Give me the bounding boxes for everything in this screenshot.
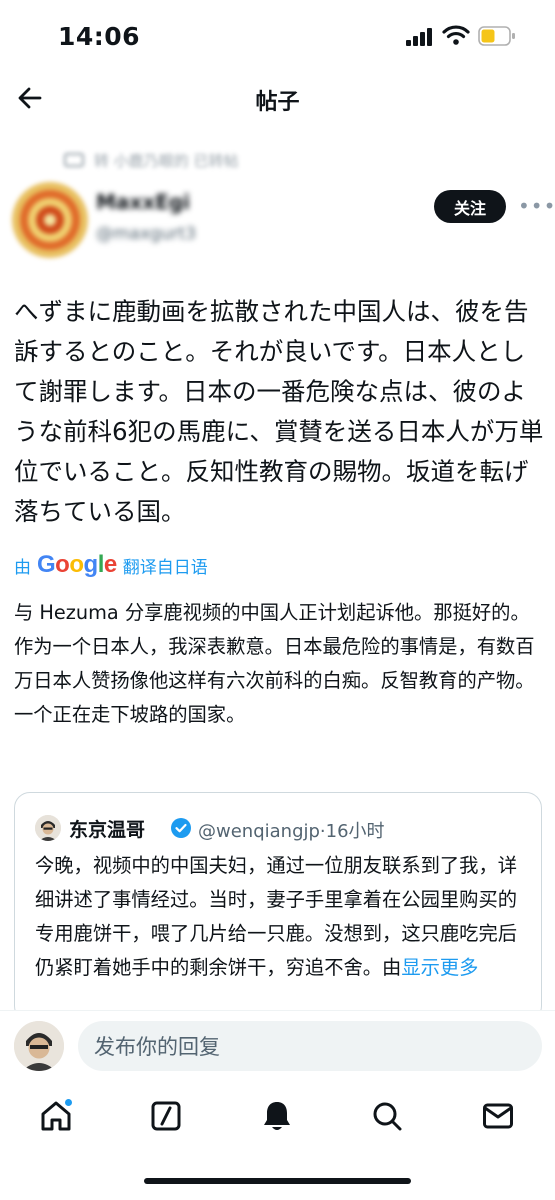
quoted-post-card[interactable]: 东京温哥 @wenqiangjp·16小时 今晚，视频中的中国夫妇，通过一位朋友…	[14, 792, 542, 1022]
cellular-signal-icon	[406, 28, 434, 46]
grok-icon	[151, 1101, 181, 1131]
mail-icon	[483, 1103, 513, 1129]
translation-attribution[interactable]: 由 Google 翻译自日语	[14, 551, 208, 579]
bell-icon	[264, 1102, 290, 1130]
quote-author-handle: @wenqiangjp	[198, 821, 320, 842]
show-more-link[interactable]: 显示更多	[401, 956, 478, 979]
home-indicator	[144, 1178, 411, 1184]
wifi-icon	[442, 25, 470, 45]
quote-text: 今晚，视频中的中国夫妇，通过一位朋友联系到了我，详细讲述了事情经过。当时，妻子手…	[35, 849, 525, 985]
tab-grok[interactable]	[146, 1096, 186, 1136]
quote-author-name: 东京温哥	[69, 819, 146, 841]
google-logo: Google	[37, 551, 117, 578]
verified-badge-icon	[171, 818, 191, 838]
translate-prefix: 由	[14, 557, 31, 578]
more-options-icon[interactable]: •••	[518, 196, 555, 216]
tab-search[interactable]	[367, 1096, 407, 1136]
quote-author-avatar	[35, 815, 61, 841]
author-avatar[interactable]	[12, 182, 88, 258]
tab-messages[interactable]	[478, 1096, 518, 1136]
reply-bar: 发布你的回复	[0, 1010, 555, 1082]
tab-home[interactable]	[36, 1096, 76, 1136]
status-bar: 14:06	[0, 0, 555, 76]
repost-icon	[64, 153, 84, 167]
translated-text: 与 Hezuma 分享鹿视频的中国人正计划起诉他。那挺好的。作为一个日本人，我深…	[14, 601, 535, 726]
search-icon	[373, 1102, 402, 1131]
page-title: 帖子	[255, 90, 300, 115]
post-text: へずまに鹿動画を拡散された中国人は、彼を告訴するとのこと。それが良いです。日本人…	[14, 297, 544, 526]
translate-suffix: 翻译自日语	[122, 557, 208, 578]
status-time: 14:06	[58, 22, 141, 51]
battery-icon	[478, 26, 515, 46]
notification-dot	[65, 1099, 72, 1106]
repost-text: 转 小鹿乃眼的 已转帖	[94, 151, 239, 170]
top-header: 帖子	[0, 76, 555, 122]
quote-timestamp: ·16小时	[319, 821, 385, 842]
follow-button[interactable]: 关注	[434, 190, 506, 223]
author-handle[interactable]: @maxgurt3	[96, 224, 196, 244]
current-user-avatar[interactable]	[14, 1021, 64, 1071]
repost-indicator[interactable]: 转 小鹿乃眼的 已转帖	[64, 148, 284, 172]
quote-author-meta: @wenqiangjp·16小时	[198, 817, 385, 843]
author-name[interactable]: MaxxEgi	[96, 190, 190, 214]
reply-input[interactable]: 发布你的回复	[78, 1021, 542, 1071]
tab-notifications[interactable]	[257, 1096, 297, 1136]
